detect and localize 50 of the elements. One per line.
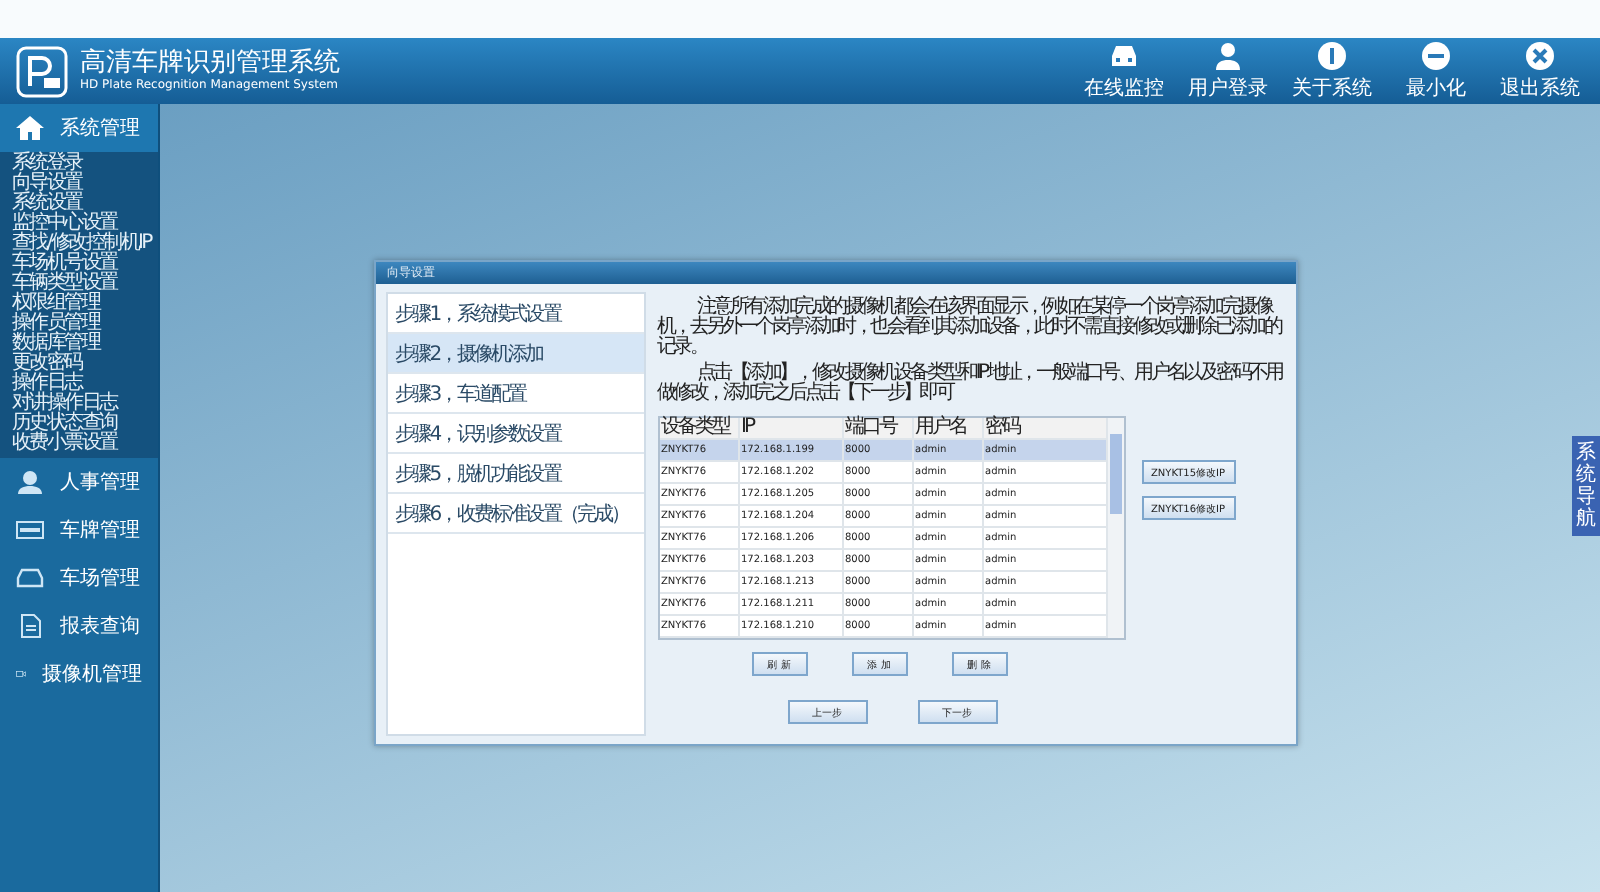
document-icon [16, 614, 44, 638]
sidebar-item[interactable]: 车场机号设置 [0, 254, 158, 274]
sidebar-section[interactable]: 车牌管理 [0, 506, 158, 554]
user-icon [1212, 41, 1244, 69]
car-icon [1108, 41, 1140, 69]
sidebar-section[interactable]: 系统管理 [0, 104, 158, 152]
sidebar-section[interactable]: 人事管理 [0, 458, 158, 506]
sidebar-item[interactable]: 监控中心设置 [0, 214, 158, 234]
sidebar-item[interactable]: 系统设置 [0, 194, 158, 214]
step-item[interactable]: 步骤3，车道配置 [387, 374, 643, 414]
home-icon [16, 116, 44, 140]
person-icon [16, 470, 44, 494]
toolbar-button[interactable]: 关于系统 [1288, 41, 1376, 101]
column-header: 设备类型 [659, 418, 739, 438]
sidebar-item[interactable]: 系统登录 [0, 154, 158, 174]
app-title: 高清车牌识别管理系统 [80, 48, 340, 78]
sidebar-item[interactable]: 收费小票设置 [0, 434, 158, 454]
sidebar-item[interactable]: 操作员管理 [0, 314, 158, 334]
sidebar-item[interactable]: 查找/修改控制机IP [0, 234, 158, 254]
sidebar-item[interactable]: 车辆类型设置 [0, 274, 158, 294]
minimize-icon [1420, 41, 1452, 69]
column-header: 用户名 [913, 418, 983, 438]
parking-logo-icon [16, 45, 68, 97]
sidebar-item[interactable]: 对讲操作日志 [0, 394, 158, 414]
step-item[interactable]: 步骤5，脱机功能设置 [387, 454, 643, 494]
toolbar-button[interactable]: 用户登录 [1184, 41, 1272, 101]
close-icon [1524, 41, 1556, 69]
info-icon [1316, 41, 1348, 69]
toolbar-button[interactable]: 在线监控 [1080, 41, 1168, 101]
sidebar-section[interactable]: 车场管理 [0, 554, 158, 602]
sidebar-item[interactable]: 权限组管理 [0, 294, 158, 314]
toolbar-button[interactable]: 最小化 [1392, 41, 1480, 101]
sidebar-item[interactable]: 向导设置 [0, 174, 158, 194]
car-icon [16, 566, 44, 590]
step-item[interactable]: 步骤4，识别参数设置 [387, 414, 643, 454]
instruction-text: 注意所有添加完成的摄像机都会在该界面显示，例如在某停一个岗亭添加完摄像机，去另外一个岗亭添加时，也会看到其添加设备，此时不需直接修改或删除已添加的记录。 [657, 298, 1284, 358]
toolbar-button[interactable]: 退出系统 [1496, 41, 1584, 101]
sidebar-section[interactable]: 摄像机管理 [0, 650, 158, 698]
sidebar-item[interactable]: 数据库管理 [0, 334, 158, 354]
column-header: IP [739, 418, 843, 438]
card-icon [16, 518, 44, 542]
column-header: 端口号 [843, 418, 913, 438]
sidebar-item[interactable]: 操作日志 [0, 374, 158, 394]
sidebar-section[interactable]: 报表查询 [0, 602, 158, 650]
step-item[interactable]: 步骤6，收费标准设置（完成） [387, 494, 643, 534]
step-item[interactable]: 步骤2，摄像机添加 [387, 334, 643, 374]
sidebar-item[interactable]: 更改密码 [0, 354, 158, 374]
sidebar-item[interactable]: 历史状态查询 [0, 414, 158, 434]
instruction-text: 点击【添加】，修改摄像机设备类型和IP地址，一般端口号、用户名以及密码不用做修改，添加完之后点击【下一步】即可 [657, 364, 1285, 404]
navigation-tab[interactable]: 系统导航 [1572, 436, 1600, 536]
